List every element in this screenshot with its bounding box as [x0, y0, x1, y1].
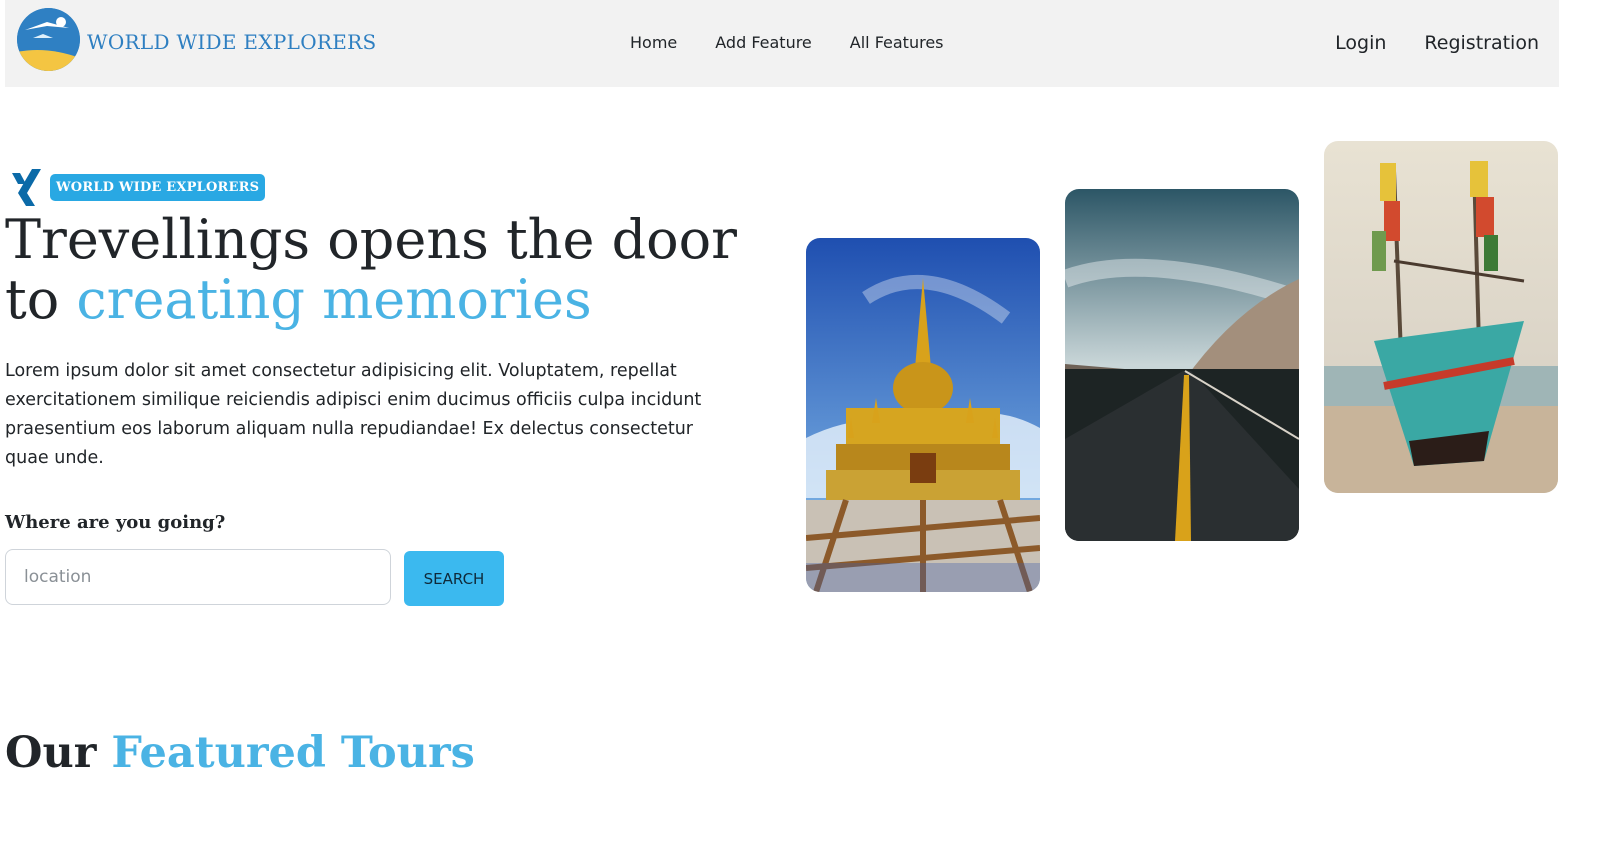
hero-description: Lorem ipsum dolor sit amet consectetur a… [5, 361, 702, 468]
auth-nav: Login Registration [1335, 32, 1539, 54]
hero-title-accent: creating memories [76, 268, 592, 331]
nav-all-features[interactable]: All Features [850, 33, 944, 52]
hero-title-prefix: to [5, 268, 60, 331]
brand-logo-icon[interactable] [17, 8, 80, 71]
hero-title: Trevellings opens the door to creating m… [5, 210, 765, 330]
brand-name[interactable]: WORLD WIDE EXPLORERS [87, 30, 377, 54]
location-search-input[interactable] [5, 549, 391, 605]
hero-title-line1: Trevellings opens the door [5, 208, 737, 271]
main-nav: Home Add Feature All Features [630, 33, 944, 52]
hero-badge: WORLD WIDE EXPLORERS [10, 167, 266, 207]
login-link[interactable]: Login [1335, 32, 1386, 54]
featured-title-accent: Featured Tours [111, 728, 475, 778]
registration-link[interactable]: Registration [1424, 32, 1539, 54]
featured-tours-title: Our Featured Tours [5, 728, 475, 778]
search-button[interactable]: SEARCH [404, 551, 504, 606]
nav-add-feature[interactable]: Add Feature [715, 33, 812, 52]
xing-icon [12, 169, 41, 206]
navbar: WORLD WIDE EXPLORERS Home Add Feature Al… [5, 0, 1559, 87]
gallery-image-boat [1324, 141, 1558, 493]
gallery-image-pagoda [806, 238, 1040, 592]
nav-home[interactable]: Home [630, 33, 677, 52]
featured-title-prefix: Our [5, 728, 97, 778]
gallery-image-road [1065, 189, 1299, 541]
badge-label: WORLD WIDE EXPLORERS [50, 173, 266, 201]
search-label: Where are you going? [5, 512, 226, 533]
